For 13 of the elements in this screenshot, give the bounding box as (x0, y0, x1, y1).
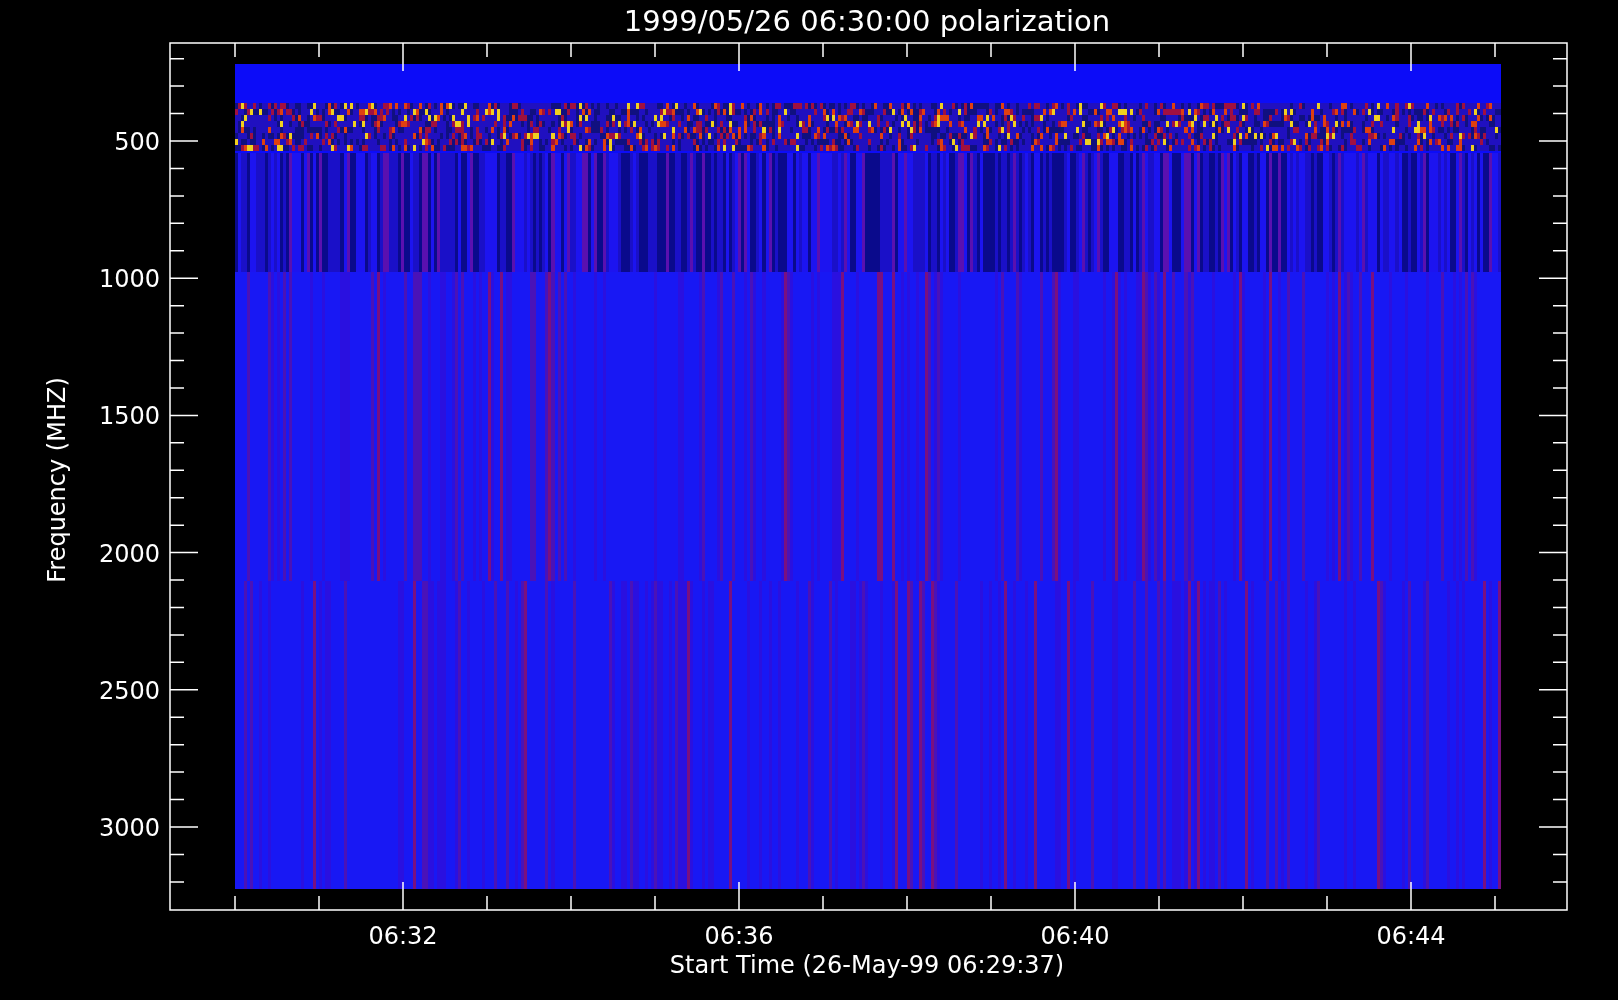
y-tick-label: 2000 (98, 539, 160, 568)
y-tick-label: 3000 (98, 814, 160, 842)
x-tick-label: 06:44 (1376, 922, 1446, 950)
x-tick-label: 06:32 (368, 922, 438, 950)
y-axis-label: Frequency (MHZ) (43, 377, 71, 583)
y-tick-label: 1000 (98, 265, 160, 294)
y-tick-label: 1500 (98, 402, 160, 431)
x-tick-label: 06:36 (704, 922, 774, 950)
y-tick-label: 2500 (98, 676, 160, 705)
y-tick-label: 500 (114, 128, 160, 156)
plot-title: 1999/05/26 06:30:00 polarization (623, 4, 1111, 38)
x-tick-label: 06:40 (1040, 922, 1110, 950)
x-axis-label: Start Time (26-May-99 06:29:37) (669, 951, 1065, 979)
